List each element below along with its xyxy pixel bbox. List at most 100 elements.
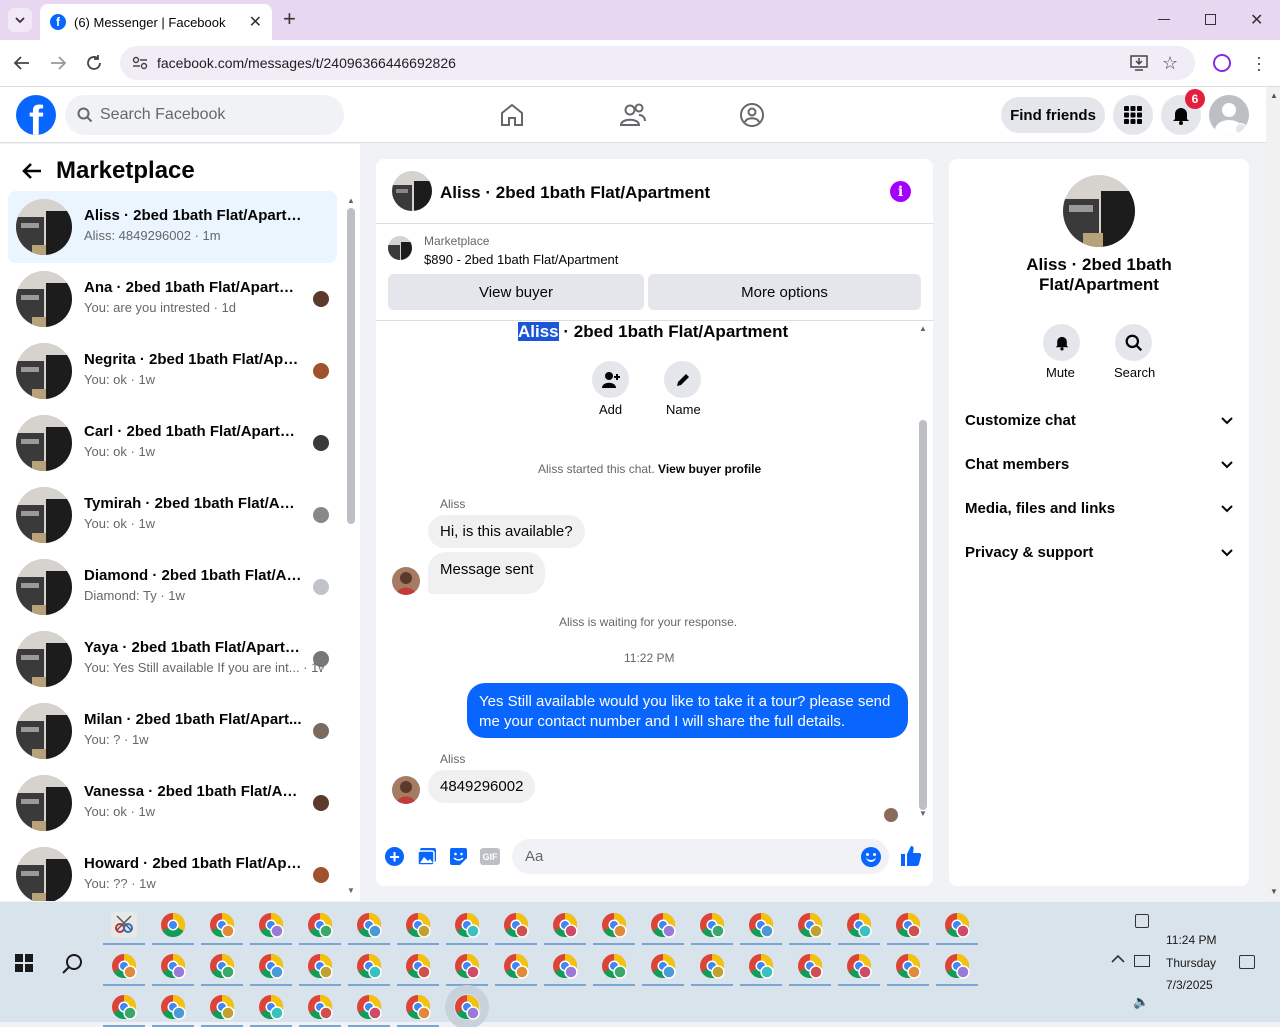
- forward-icon[interactable]: [49, 54, 67, 72]
- back-icon[interactable]: [13, 54, 31, 72]
- gif-icon[interactable]: GIF: [480, 848, 500, 865]
- my-message-bubble[interactable]: Yes Still available would you like to ta…: [467, 683, 908, 738]
- notifications-button[interactable]: 6: [1161, 89, 1205, 135]
- chrome-icon[interactable]: [936, 953, 978, 986]
- chrome-icon[interactable]: [348, 994, 390, 1027]
- account-avatar[interactable]: [1209, 95, 1249, 135]
- chrome-icon[interactable]: [103, 994, 145, 1027]
- show-hidden-icons[interactable]: [1111, 954, 1125, 964]
- conversation-item[interactable]: Howard · 2bed 1bath Flat/Apart... You: ??…: [8, 839, 337, 901]
- chrome-icon[interactable]: [454, 994, 480, 1020]
- facebook-search-input[interactable]: Search Facebook: [65, 95, 344, 135]
- attach-photo-icon[interactable]: [417, 847, 437, 866]
- site-info-icon[interactable]: [132, 56, 148, 70]
- chrome-icon[interactable]: [838, 912, 880, 945]
- chrome-icon[interactable]: [495, 953, 537, 986]
- chrome-icon[interactable]: [740, 953, 782, 986]
- groups-nav-icon[interactable]: [739, 102, 765, 128]
- menu-dots-icon[interactable]: · · ·: [1256, 48, 1262, 78]
- search-in-chat-button[interactable]: [1115, 324, 1152, 361]
- media-files-links-section[interactable]: Media, files and links: [965, 500, 1233, 517]
- chrome-icon[interactable]: [201, 953, 243, 986]
- customize-chat-section[interactable]: Customize chat: [965, 412, 1233, 429]
- chrome-icon[interactable]: [152, 994, 194, 1027]
- chrome-icon[interactable]: [299, 953, 341, 986]
- chrome-icon[interactable]: [250, 994, 292, 1027]
- listing-thumbnail[interactable]: [388, 236, 412, 260]
- install-app-icon[interactable]: [1130, 55, 1148, 71]
- message-bubble[interactable]: 4849296002: [428, 770, 536, 803]
- chrome-icon[interactable]: [544, 912, 586, 945]
- chrome-icon[interactable]: [397, 994, 439, 1027]
- restore-button[interactable]: [1205, 14, 1216, 25]
- mute-button[interactable]: [1043, 324, 1080, 361]
- chrome-icon[interactable]: [201, 912, 243, 945]
- details-avatar[interactable]: [1063, 175, 1135, 247]
- chrome-icon[interactable]: [544, 953, 586, 986]
- privacy-support-section[interactable]: Privacy & support: [965, 544, 1233, 561]
- home-nav-icon[interactable]: [499, 102, 525, 128]
- chat-header-title[interactable]: Aliss · 2bed 1bath Flat/Apartment: [440, 183, 710, 203]
- chrome-icon[interactable]: [152, 953, 194, 986]
- edit-name-button[interactable]: [664, 361, 701, 398]
- chrome-icon[interactable]: [838, 953, 880, 986]
- message-bubble[interactable]: Hi, is this available?: [428, 515, 585, 548]
- friends-nav-icon[interactable]: [619, 102, 647, 128]
- chrome-icon[interactable]: [299, 912, 341, 945]
- add-people-button[interactable]: [592, 361, 629, 398]
- conversation-item[interactable]: Diamond · 2bed 1bath Flat/Apar... Diamond…: [8, 551, 337, 623]
- chrome-icon[interactable]: [789, 953, 831, 986]
- chrome-icon[interactable]: [446, 953, 488, 986]
- close-window-button[interactable]: ✕: [1250, 10, 1263, 30]
- more-options-button[interactable]: More options: [648, 274, 921, 310]
- chrome-icon[interactable]: [887, 953, 929, 986]
- conversation-item[interactable]: Vanessa · 2bed 1bath Flat/Apart... You: o…: [8, 767, 337, 839]
- sticker-icon[interactable]: [449, 847, 468, 866]
- listing-title[interactable]: $890 - 2bed 1bath Flat/Apartment: [424, 252, 618, 267]
- conversation-item[interactable]: Yaya · 2bed 1bath Flat/Apartment You: Yes…: [8, 623, 337, 695]
- chrome-icon[interactable]: [446, 912, 488, 945]
- chrome-icon[interactable]: [593, 953, 635, 986]
- conversation-item[interactable]: Carl · 2bed 1bath Flat/Apartm... You: ok …: [8, 407, 337, 479]
- chrome-icon[interactable]: [397, 912, 439, 945]
- new-tab-button[interactable]: +: [283, 8, 296, 30]
- chrome-icon[interactable]: [642, 953, 684, 986]
- network-icon[interactable]: [1134, 955, 1150, 967]
- minimize-button[interactable]: [1158, 19, 1170, 20]
- conversation-item[interactable]: Aliss · 2bed 1bath Flat/Apartment Aliss: …: [8, 191, 337, 263]
- message-bubble[interactable]: Message sent: [428, 552, 546, 594]
- facebook-logo-icon[interactable]: f: [16, 95, 56, 135]
- find-friends-button[interactable]: Find friends: [1001, 97, 1105, 133]
- profile-icon[interactable]: [1213, 54, 1231, 72]
- notification-center-icon[interactable]: [1239, 955, 1255, 969]
- chrome-icon[interactable]: [397, 953, 439, 986]
- page-scrollbar[interactable]: ▲ ▼: [1266, 87, 1280, 902]
- conversation-item[interactable]: Milan · 2bed 1bath Flat/Apart... You: ? ·…: [8, 695, 337, 767]
- chrome-icon[interactable]: [642, 912, 684, 945]
- conversation-item[interactable]: Negrita · 2bed 1bath Flat/Apa... You: ok …: [8, 335, 337, 407]
- chrome-icon[interactable]: [201, 994, 243, 1027]
- conversation-item[interactable]: Ana · 2bed 1bath Flat/Apartm... You: are …: [8, 263, 337, 335]
- chrome-icon[interactable]: [103, 953, 145, 986]
- close-tab-icon[interactable]: ✕: [249, 12, 262, 32]
- chrome-icon[interactable]: [740, 912, 782, 945]
- chrome-icon[interactable]: [887, 912, 929, 945]
- list-scrollbar[interactable]: ▲ ▼: [346, 196, 355, 895]
- message-input[interactable]: Aa: [512, 839, 889, 874]
- menu-grid-button[interactable]: [1113, 95, 1153, 135]
- chrome-icon[interactable]: [152, 912, 194, 945]
- windows-start-icon[interactable]: [15, 954, 33, 972]
- emoji-icon[interactable]: [861, 847, 881, 867]
- sender-avatar[interactable]: [392, 776, 420, 804]
- chrome-icon[interactable]: [691, 912, 733, 945]
- meet-now-icon[interactable]: [1135, 914, 1149, 928]
- chrome-icon[interactable]: [250, 912, 292, 945]
- chat-members-section[interactable]: Chat members: [965, 456, 1233, 473]
- thumbs-up-icon[interactable]: [900, 845, 922, 867]
- bookmark-star-icon[interactable]: ☆: [1162, 53, 1178, 74]
- clock-time[interactable]: 11:24 PM: [1166, 933, 1216, 947]
- info-icon[interactable]: i: [890, 181, 911, 202]
- snipping-tool-icon[interactable]: [103, 912, 145, 945]
- browser-tab[interactable]: f (6) Messenger | Facebook ✕: [40, 4, 272, 40]
- chrome-icon[interactable]: [936, 912, 978, 945]
